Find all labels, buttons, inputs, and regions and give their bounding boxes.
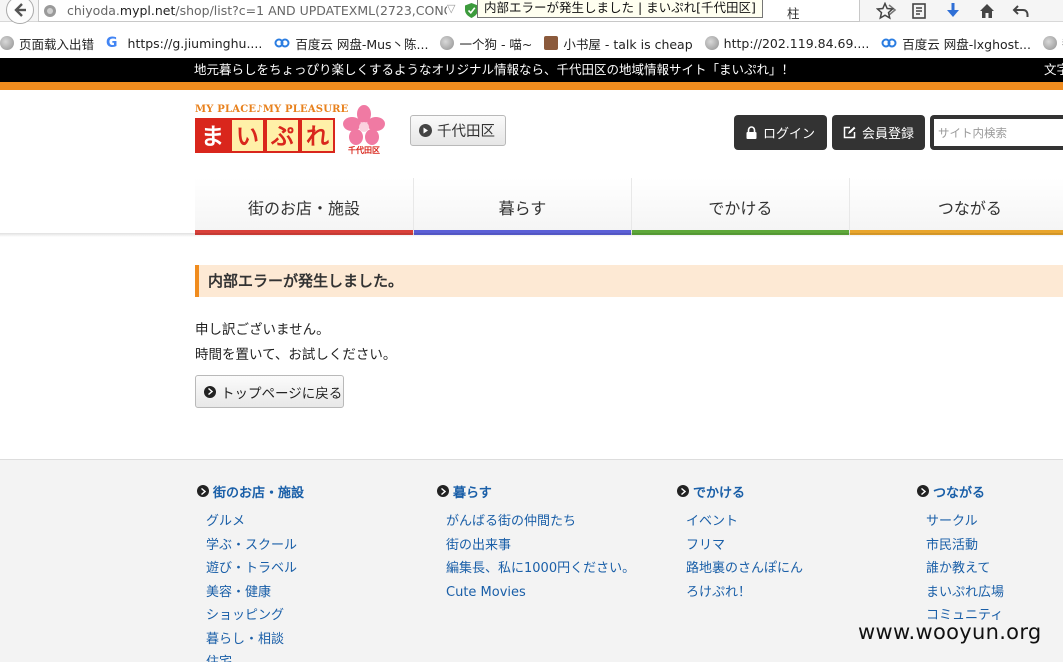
footer-heading[interactable]: 暮らす xyxy=(437,482,635,501)
footer-link[interactable]: グルメ xyxy=(206,510,304,534)
google-icon: G xyxy=(106,35,118,51)
footer-heading[interactable]: 街のお店・施設 xyxy=(197,482,304,501)
footer-column-outings: でかける イベント フリマ 路地裏のさんぽにん ろけぷれ！ xyxy=(677,482,803,604)
lock-icon xyxy=(746,126,757,139)
footer-link[interactable]: 暮らし・相談 xyxy=(206,628,304,652)
site-search xyxy=(930,115,1063,150)
announcement-text: 地元暮らしをちょっぴり楽しくするようなオリジナル情報なら、千代田区の地域情報サイ… xyxy=(194,62,795,77)
footer-link[interactable]: 街の出来事 xyxy=(446,534,635,558)
footer-link-list: イベント フリマ 路地裏のさんぽにん ろけぷれ！ xyxy=(677,510,803,604)
chevron-right-icon xyxy=(197,485,209,497)
nav-item-outings[interactable]: でかける xyxy=(630,178,849,235)
chevron-right-icon xyxy=(437,485,449,497)
globe-icon xyxy=(0,36,14,50)
back-arrow-icon xyxy=(14,3,26,17)
footer-link[interactable]: まいぷれ広場 xyxy=(926,581,1004,605)
footer-column-shops: 街のお店・施設 グルメ 学ぶ・スクール 遊び・トラベル 美容・健康 ショッピング… xyxy=(197,482,304,662)
back-to-top-page-button[interactable]: トップページに戻る xyxy=(195,375,344,408)
footer-column-connect: つながる サークル 市民活動 誰か教えて まいぷれ広場 コミュニティ xyxy=(917,482,1004,628)
site-logo[interactable]: MY PLACE♪MY PLEASURE ま い ぷ れ 千代田区 xyxy=(195,104,387,156)
download-icon[interactable] xyxy=(936,0,970,22)
toolbar-icons xyxy=(868,0,1038,22)
baidu-icon xyxy=(274,38,290,48)
error-line: 時間を置いて、お試しください。 xyxy=(195,347,397,363)
reading-list-icon[interactable] xyxy=(902,0,936,22)
footer-link[interactable]: 住宅 xyxy=(206,651,304,662)
footer-link-list: グルメ 学ぶ・スクール 遊び・トラベル 美容・健康 ショッピング 暮らし・相談 … xyxy=(197,510,304,662)
footer-link[interactable]: フリマ xyxy=(686,534,803,558)
nav-item-connect[interactable]: つながる xyxy=(848,178,1063,235)
announcement-size-text[interactable]: 文字 xyxy=(1044,58,1063,82)
error-line: 申し訳ございません。 xyxy=(195,322,330,338)
globe-icon xyxy=(704,36,719,50)
site-search-input[interactable] xyxy=(934,119,1063,146)
footer-link-list: がんばる街の仲間たち 街の出来事 編集長、私に1000円ください。 Cute M… xyxy=(437,510,635,604)
logo-area-text: 千代田区 xyxy=(348,145,380,155)
footer-link[interactable]: Cute Movies xyxy=(446,581,635,605)
footer-link[interactable]: 遊び・トラベル xyxy=(206,557,304,581)
bookmarks-bar: 页面载入出错 Ghttps://g.jiuminghu.... 百度云 网盘-M… xyxy=(0,32,1063,54)
footer-link[interactable]: イベント xyxy=(686,510,803,534)
watermark-text: www.wooyun.org xyxy=(858,620,1042,644)
login-button[interactable]: ログイン xyxy=(734,115,827,150)
url-dropdown-icon[interactable]: ▽ xyxy=(447,2,455,15)
url-trailing-text: 柱 xyxy=(787,6,800,21)
chevron-right-icon xyxy=(204,385,216,398)
register-button[interactable]: 会員登録 xyxy=(832,115,925,150)
home-icon[interactable] xyxy=(970,0,1004,22)
book-icon xyxy=(544,36,559,50)
footer-link[interactable]: 市民活動 xyxy=(926,534,1004,558)
footer-link[interactable]: 編集長、私に1000円ください。 xyxy=(446,557,635,581)
bookmark-item[interactable]: 翻译 xyxy=(1043,34,1063,53)
back-button[interactable] xyxy=(6,0,34,24)
site-announcement-strip: 地元暮らしをちょっぴり楽しくするようなオリジナル情報なら、千代田区の地域情報サイ… xyxy=(0,58,1063,82)
brand-orange-bar xyxy=(0,82,1063,90)
nav-shadow xyxy=(0,233,1063,237)
undo-icon[interactable] xyxy=(1004,0,1038,22)
footer-link[interactable]: 美容・健康 xyxy=(206,581,304,605)
error-heading: 内部エラーが発生しました。 xyxy=(195,265,1063,297)
error-message: 申し訳ございません。 時間を置いて、お試しください。 xyxy=(195,318,396,368)
bookmark-item[interactable]: Ghttps://g.jiuminghu.... xyxy=(106,36,262,51)
footer-link[interactable]: 路地裏のさんぽにん xyxy=(686,557,803,581)
baidu-icon xyxy=(881,38,897,48)
bookmark-item[interactable]: 百度云 网盘-Mus丶陈... xyxy=(274,34,428,53)
logo-wordmark: ま い ぷ れ xyxy=(195,118,335,153)
sakura-logo-icon: 千代田区 xyxy=(343,105,385,155)
footer-heading[interactable]: つながる xyxy=(917,482,1004,501)
globe-icon xyxy=(440,36,455,50)
footer-link[interactable]: 誰か教えて xyxy=(926,557,1004,581)
globe-icon xyxy=(1043,36,1057,50)
nav-item-shops[interactable]: 街のお店・施設 xyxy=(195,178,413,235)
tab-title-tooltip: 内部エラーが発生しました | まいぷれ[千代田区] xyxy=(477,0,763,18)
footer-link[interactable]: 学ぶ・スクール xyxy=(206,534,304,558)
play-circle-icon xyxy=(419,124,432,137)
chevron-right-icon xyxy=(677,485,689,497)
logo-tagline: MY PLACE♪MY PLEASURE xyxy=(195,104,349,115)
url-text[interactable]: chiyoda.mypl.net/shop/list?c=1 AND UPDAT… xyxy=(67,3,447,18)
footer-link[interactable]: がんばる街の仲間たち xyxy=(446,510,635,534)
chevron-right-icon xyxy=(917,485,929,497)
bookmark-item[interactable]: 页面载入出错 xyxy=(0,34,94,53)
footer-column-living: 暮らす がんばる街の仲間たち 街の出来事 編集長、私に1000円ください。 Cu… xyxy=(437,482,635,604)
bookmark-item[interactable]: 百度云 网盘-lxghost... xyxy=(881,34,1031,53)
bookmark-item[interactable]: 小书屋 - talk is cheap xyxy=(544,34,693,53)
site-info-icon[interactable] xyxy=(43,4,57,18)
footer-link[interactable]: ろけぷれ！ xyxy=(686,581,803,605)
star-icon[interactable] xyxy=(868,0,902,22)
footer-link[interactable]: サークル xyxy=(926,510,1004,534)
footer-link[interactable]: ショッピング xyxy=(206,604,304,628)
bookmark-item[interactable]: 一个狗 - 喵~ xyxy=(440,34,532,53)
global-nav: 街のお店・施設 暮らす でかける つながる xyxy=(195,178,1063,235)
browser-toolbar: chiyoda.mypl.net/shop/list?c=1 AND UPDAT… xyxy=(0,0,1063,24)
bookmark-item[interactable]: http://202.119.84.69.... xyxy=(704,36,869,51)
footer-heading[interactable]: でかける xyxy=(677,482,803,501)
edit-icon xyxy=(843,126,856,139)
nav-item-living[interactable]: 暮らす xyxy=(412,178,631,235)
footer-link-list: サークル 市民活動 誰か教えて まいぷれ広場 コミュニティ xyxy=(917,510,1004,628)
area-select-button[interactable]: 千代田区 xyxy=(410,115,506,146)
